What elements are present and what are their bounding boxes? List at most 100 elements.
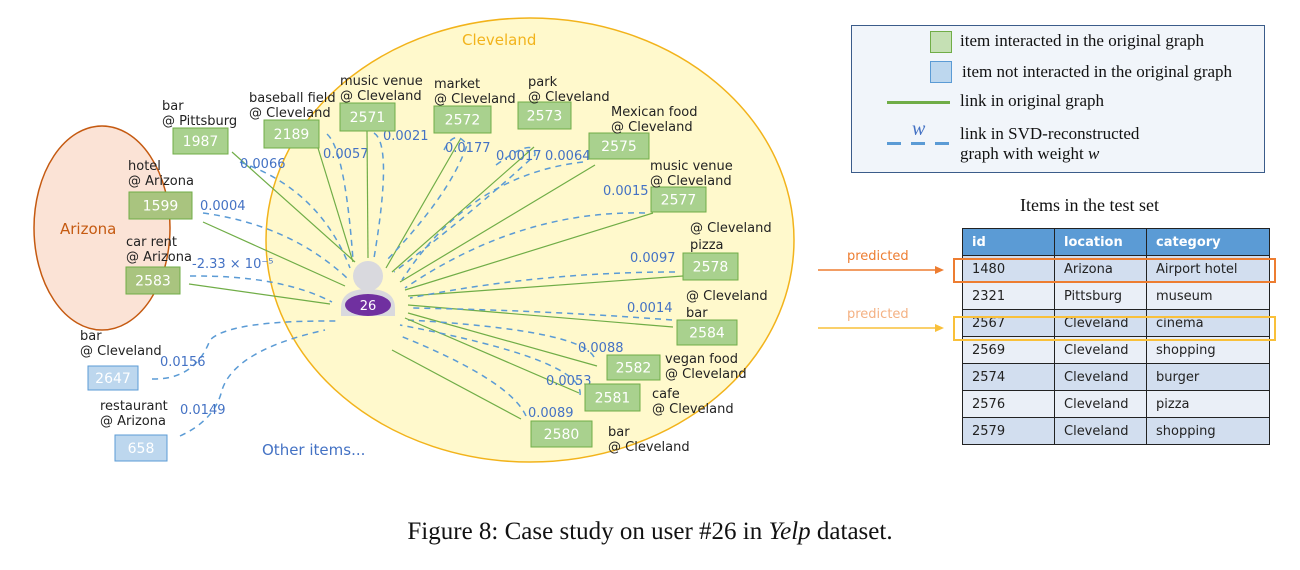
item-id: 1987 <box>183 134 219 150</box>
item-id: 2582 <box>616 361 652 377</box>
item-location: @ Cleveland <box>80 344 162 359</box>
item-location: @ Cleveland <box>611 120 693 135</box>
item-category: bar <box>162 99 184 114</box>
link-weight-658: 0.0149 <box>180 403 226 418</box>
item-category: Mexican food <box>611 105 698 120</box>
item-id: 2581 <box>595 391 631 407</box>
cell-id: 2574 <box>962 363 1055 391</box>
link-weight-2577: 0.0015 <box>603 184 649 199</box>
link-weight-1987: 0.0066 <box>240 157 286 172</box>
caption-prefix: Figure 8: Case study on user #26 in <box>407 518 769 545</box>
item-category: bar <box>686 306 708 321</box>
item-id: 2647 <box>95 371 131 387</box>
item-id: 2583 <box>135 274 171 290</box>
link-weight-2575: 0.0064 <box>545 149 591 164</box>
arizona-region-label: Arizona <box>60 220 116 238</box>
item-location: @ Cleveland <box>608 440 690 455</box>
link-weight-2583: -2.33 × 10⁻⁵ <box>192 257 273 272</box>
not-interacted-swatch <box>930 61 952 83</box>
item-category: bar <box>80 329 102 344</box>
user-id: 26 <box>360 299 377 314</box>
item-node-1987[interactable]: 1987 bar@ Pittsburg <box>162 99 237 155</box>
cell-location: Cleveland <box>1054 363 1147 391</box>
item-category: pizza <box>690 238 723 253</box>
table-row: 2321 Pittsburg museum <box>962 282 1270 310</box>
link-weight-2578: 0.0097 <box>630 251 676 266</box>
legend: item interacted in the original graph it… <box>851 25 1265 173</box>
col-id: id <box>962 228 1055 256</box>
predicted-label-2: predicted <box>847 307 909 322</box>
item-id: 658 <box>128 441 155 457</box>
link-weight-2572: 0.0177 <box>445 141 491 156</box>
svd-link-swatch <box>887 142 950 145</box>
item-location: @ Cleveland <box>650 174 732 189</box>
item-node-2583[interactable]: 2583 car rent@ Arizona <box>125 235 192 295</box>
link-weight-2584: 0.0014 <box>627 301 673 316</box>
cell-location: Cleveland <box>1054 417 1147 445</box>
item-location: @ Arizona <box>100 414 166 429</box>
item-location: @ Cleveland <box>249 106 331 121</box>
cell-category: shopping <box>1146 417 1270 445</box>
predicted-label-1: predicted <box>847 249 909 264</box>
item-node-2647[interactable]: 2647 bar@ Cleveland <box>80 329 162 391</box>
predicted-highlight-1480 <box>953 258 1276 283</box>
item-node-658[interactable]: 658 restaurant@ Arizona <box>100 399 168 462</box>
legend-interacted-label: item interacted in the original graph <box>960 31 1205 50</box>
item-id: 2189 <box>274 127 310 143</box>
link-weight-1599: 0.0004 <box>200 199 246 214</box>
item-category: vegan food <box>665 352 738 367</box>
item-id: 2580 <box>544 427 580 443</box>
legend-svd-line1: link in SVD-reconstructed <box>960 124 1140 143</box>
test-set-title: Items in the test set <box>1020 195 1159 215</box>
item-id: 2571 <box>350 110 386 126</box>
link-weight-2580: 0.0089 <box>528 406 574 421</box>
cell-location: Pittsburg <box>1054 282 1147 310</box>
arrowhead-icon <box>935 324 944 332</box>
figure-caption: Figure 8: Case study on user #26 in Yelp… <box>0 518 1300 546</box>
link-weight-2573: 0.0017 <box>496 149 542 164</box>
item-id: 2575 <box>601 139 637 155</box>
item-location: @ Cleveland <box>686 289 768 304</box>
col-category: category <box>1146 228 1270 256</box>
table-header-row: id location category <box>962 228 1270 256</box>
legend-svd-line2: graph with weight <box>960 144 1084 163</box>
item-location: @ Cleveland <box>652 402 734 417</box>
item-category: car rent <box>126 235 177 250</box>
legend-not-interacted-label: item not interacted in the original grap… <box>962 62 1233 81</box>
item-category: market <box>434 77 480 92</box>
legend-weight-symbol: w <box>912 118 926 140</box>
item-category: hotel <box>128 159 161 174</box>
cell-id: 2321 <box>962 282 1055 310</box>
cell-location: Cleveland <box>1054 390 1147 418</box>
table-row: 2579 Cleveland shopping <box>962 417 1270 445</box>
cell-id: 2576 <box>962 390 1055 418</box>
cell-id: 2579 <box>962 417 1055 445</box>
item-category: cafe <box>652 387 680 402</box>
item-category: music venue <box>650 159 733 174</box>
item-location: @ Pittsburg <box>162 114 237 129</box>
link-weight-2582: 0.0088 <box>578 341 624 356</box>
caption-suffix: dataset. <box>810 518 893 545</box>
item-id: 2577 <box>661 193 697 209</box>
legend-original-link-label: link in original graph <box>960 91 1105 110</box>
item-node-2582[interactable]: 2582 vegan food@ Cleveland <box>606 352 747 382</box>
cell-category: burger <box>1146 363 1270 391</box>
item-id: 1599 <box>143 199 179 215</box>
item-location: @ Cleveland <box>528 90 610 105</box>
cell-category: pizza <box>1146 390 1270 418</box>
table-row: 2574 Cleveland burger <box>962 363 1270 391</box>
predicted-highlight-2567 <box>953 316 1276 341</box>
other-items-label: Other items... <box>262 441 365 459</box>
legend-svd-weight: w <box>1087 144 1100 163</box>
original-link-swatch <box>887 101 950 104</box>
caption-dataset: Yelp <box>768 518 811 545</box>
item-id: 2573 <box>527 109 563 125</box>
item-location: @ Arizona <box>126 250 192 265</box>
interacted-swatch <box>930 31 952 53</box>
item-id: 2578 <box>693 260 729 276</box>
col-location: location <box>1054 228 1147 256</box>
item-location: @ Cleveland <box>434 92 516 107</box>
item-location: @ Arizona <box>128 174 194 189</box>
item-category: bar <box>608 425 630 440</box>
item-category: park <box>528 75 558 90</box>
